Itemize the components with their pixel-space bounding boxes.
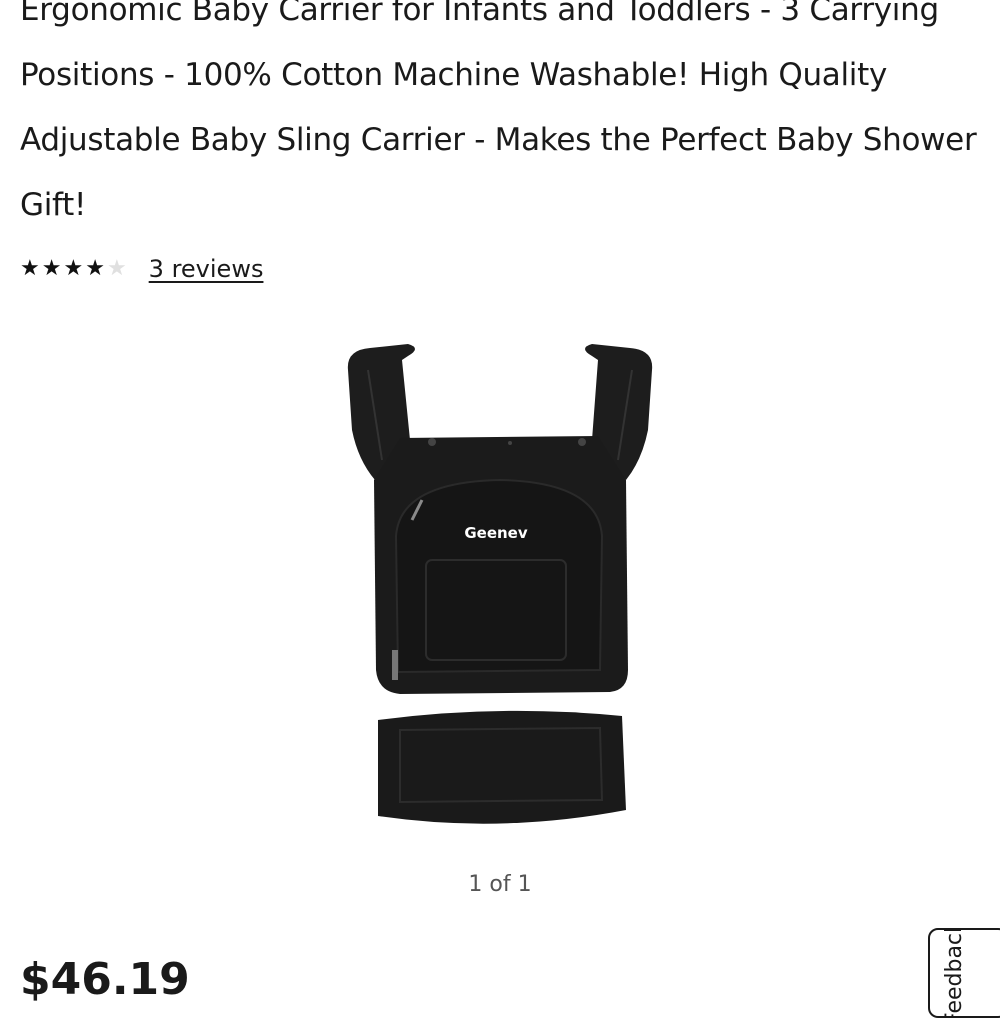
star-filled-icon: ★ — [63, 256, 84, 281]
star-empty-icon: ★ — [106, 256, 127, 281]
star-filled-icon: ★ — [20, 256, 40, 281]
product-title: Ergonomic Baby Carrier for Infants and T… — [20, 0, 977, 223]
rating-row: ★ ★ ★ ★ ★ 3 reviews — [20, 249, 263, 289]
star-rating[interactable]: ★ ★ ★ ★ ★ — [20, 258, 129, 280]
product-image[interactable]: Geenev — [330, 340, 670, 840]
feedback-button[interactable]: Feedback — [928, 928, 1000, 1018]
feedback-label: Feedback — [942, 928, 967, 1018]
reviews-link[interactable]: 3 reviews — [149, 255, 264, 283]
baby-carrier-image: Geenev — [347, 344, 653, 824]
star-filled-icon: ★ — [41, 256, 62, 281]
product-price: $46.19 — [20, 954, 190, 1005]
star-filled-icon: ★ — [85, 256, 105, 281]
image-counter: 1 of 1 — [468, 872, 532, 897]
brand-logo: Geenev — [464, 524, 528, 542]
